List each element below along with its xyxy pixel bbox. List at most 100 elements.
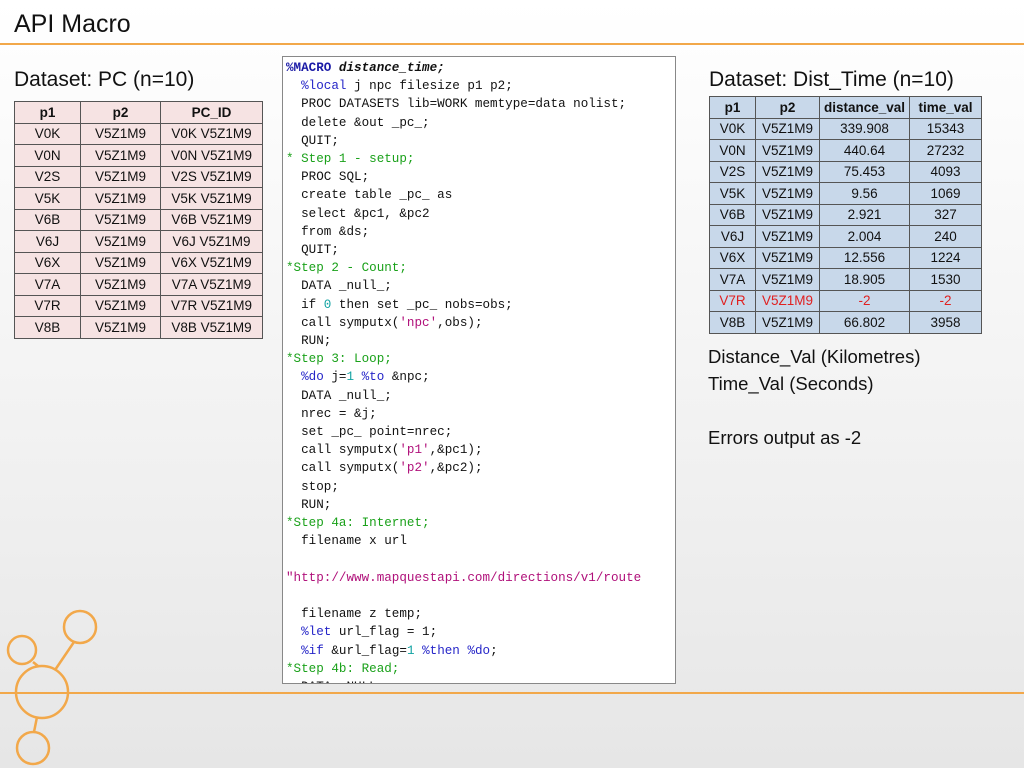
table-row: V2S V5Z1M9 75.453 4093 <box>709 160 983 183</box>
table-row: V6B V5Z1M9 2.921 327 <box>709 203 983 226</box>
table-cell: V6B V5Z1M9 <box>160 208 263 231</box>
pc-header-2: PC_ID <box>160 101 263 124</box>
table-cell: V7R <box>14 294 81 317</box>
table-cell: V5K V5Z1M9 <box>160 187 263 210</box>
table-cell: 440.64 <box>818 139 911 162</box>
slide-title: API Macro <box>14 10 131 38</box>
title-divider <box>0 43 1024 45</box>
code-line: create table _pc_ as <box>286 188 453 203</box>
code-line: delete &out _pc_; <box>286 115 430 130</box>
table-cell: V5Z1M9 <box>755 311 820 334</box>
code-line: DATA _NULL_; <box>286 678 675 683</box>
table-cell: V5Z1M9 <box>80 165 161 188</box>
table-cell: V5Z1M9 <box>755 289 820 312</box>
table-cell: 327 <box>909 203 983 226</box>
table-cell: V7A <box>709 268 756 291</box>
code-line: RUN; <box>286 334 332 349</box>
note-line: Errors output as -2 <box>708 427 862 448</box>
table-cell: V6J <box>14 230 81 253</box>
table-cell: V5Z1M9 <box>80 144 161 167</box>
table-cell: V5Z1M9 <box>755 225 820 248</box>
dist-time-header-1: p2 <box>755 96 820 119</box>
table-row: V7R V5Z1M9 V7R V5Z1M9 <box>14 294 263 317</box>
table-cell: V0N <box>14 144 81 167</box>
table-cell: V5Z1M9 <box>80 208 161 231</box>
table-cell: 4093 <box>909 160 983 183</box>
code-line: stop; <box>286 479 339 494</box>
table-cell: V5K <box>709 182 756 205</box>
table-row: V6B V5Z1M9 V6B V5Z1M9 <box>14 208 263 231</box>
table-cell: -2 <box>909 289 983 312</box>
table-cell: V2S V5Z1M9 <box>160 165 263 188</box>
code-line: from &ds; <box>286 224 370 239</box>
code-line: PROC DATASETS lib=WORK memtype=data noli… <box>286 97 627 112</box>
table-cell: V7R <box>709 289 756 312</box>
footer-accent-line <box>0 692 1024 694</box>
code-line: %local j npc filesize p1 p2; <box>301 79 513 94</box>
table-row: V7R V5Z1M9 -2 -2 <box>709 289 983 312</box>
table-row: V7A V5Z1M9 V7A V5Z1M9 <box>14 273 263 296</box>
table-cell: 18.905 <box>818 268 911 291</box>
table-row: V0N V5Z1M9 V0N V5Z1M9 <box>14 144 263 167</box>
note-line <box>708 397 920 424</box>
code-line: nrec = &j; <box>286 406 377 421</box>
table-cell: 2.921 <box>818 203 911 226</box>
code-line: %MACRO distance_time; <box>286 61 445 75</box>
table-cell: V5Z1M9 <box>80 230 161 253</box>
table-row: V6J V5Z1M9 V6J V5Z1M9 <box>14 230 263 253</box>
code-line: %if &url_flag=1 %then %do; <box>301 643 498 658</box>
code-line: filename z temp; <box>286 607 423 622</box>
table-row: V0K V5Z1M9 339.908 15343 <box>709 117 983 140</box>
table-cell: 339.908 <box>818 117 911 140</box>
table-row: V5K V5Z1M9 V5K V5Z1M9 <box>14 187 263 210</box>
dist-time-header-2: distance_val <box>818 96 911 119</box>
table-cell: V6B <box>14 208 81 231</box>
units-notes: Distance_Val (Kilometres) Time_Val (Secon… <box>708 343 920 451</box>
table-cell: 1069 <box>909 182 983 205</box>
table-cell: V5Z1M9 <box>755 268 820 291</box>
table-cell: V7A <box>14 273 81 296</box>
dist-time-header-3: time_val <box>909 96 983 119</box>
table-cell: 9.56 <box>818 182 911 205</box>
table-row: V6J V5Z1M9 2.004 240 <box>709 225 983 248</box>
code-line: call symputx('p2',&pc2); <box>286 461 483 476</box>
code-line: RUN; <box>286 497 332 512</box>
table-cell: V6B <box>709 203 756 226</box>
code-line: call symputx('p1',&pc1); <box>286 443 483 458</box>
table-cell: V5Z1M9 <box>80 251 161 274</box>
dist-time-header-0: p1 <box>709 96 756 119</box>
table-cell: V5Z1M9 <box>755 182 820 205</box>
table-cell: V6J <box>709 225 756 248</box>
table-cell: 27232 <box>909 139 983 162</box>
code-line: PROC SQL; <box>286 170 370 185</box>
note-line: Distance_Val (Kilometres) <box>708 346 921 367</box>
table-cell: 1224 <box>909 246 983 269</box>
code-line: DATA _null_; <box>286 388 392 403</box>
table-cell: 12.556 <box>818 246 911 269</box>
table-cell: V5Z1M9 <box>80 316 161 339</box>
table-cell: 75.453 <box>818 160 911 183</box>
table-cell: V2S <box>14 165 81 188</box>
table-cell: 240 <box>909 225 983 248</box>
table-cell: V5Z1M9 <box>755 246 820 269</box>
note-line: Time_Val (Seconds) <box>708 373 874 394</box>
code-line: if 0 then set _pc_ nobs=obs; <box>286 297 513 312</box>
table-cell: V5Z1M9 <box>80 294 161 317</box>
code-line: filename x url <box>286 534 407 549</box>
table-row: V5K V5Z1M9 9.56 1069 <box>709 182 983 205</box>
table-cell: V0K V5Z1M9 <box>160 122 263 145</box>
table-cell: V0N V5Z1M9 <box>160 144 263 167</box>
pc-dataset-heading: Dataset: PC (n=10) <box>14 68 195 91</box>
table-cell: V5K <box>14 187 81 210</box>
table-cell: 2.004 <box>818 225 911 248</box>
pc-header-1: p2 <box>80 101 161 124</box>
code-line: QUIT; <box>286 243 339 258</box>
dist-time-dataset-table: p1 p2 distance_val time_val V0K V5Z1M9 339.90… <box>709 96 983 334</box>
table-cell: V8B <box>709 311 756 334</box>
table-cell: V8B <box>14 316 81 339</box>
table-row: V7A V5Z1M9 18.905 1530 <box>709 268 983 291</box>
table-cell: V6J V5Z1M9 <box>160 230 263 253</box>
code-line: set _pc_ point=nrec; <box>286 425 453 440</box>
